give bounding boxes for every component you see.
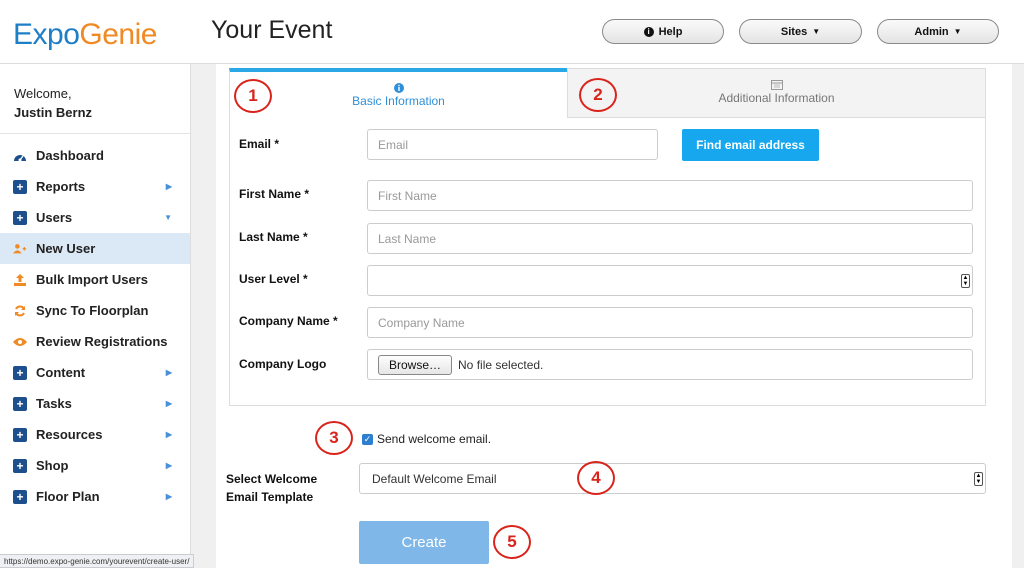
sidebar: Welcome, Justin Bernz Dashboard + Report… (0, 64, 191, 568)
sidebar-item-resources[interactable]: + Resources ▶ (0, 419, 190, 450)
dashboard-icon (13, 149, 27, 163)
user-plus-icon (13, 242, 27, 256)
sidebar-item-review-registrations[interactable]: Review Registrations (0, 326, 190, 357)
send-welcome-label: Send welcome email. (377, 432, 492, 446)
welcome-block: Welcome, Justin Bernz (0, 64, 190, 134)
select-arrow-icon: ▲ ▼ (961, 274, 970, 288)
template-value: Default Welcome Email (372, 471, 497, 486)
sidebar-item-label: Tasks (36, 396, 72, 411)
caret-down-icon: ▼ (953, 27, 962, 36)
sidebar-item-label: Review Registrations (36, 334, 168, 349)
last-name-input[interactable]: Last Name (367, 223, 973, 254)
annotation-marker-4: 4 (577, 461, 615, 495)
plus-square-icon: + (13, 396, 27, 411)
chevron-right-icon: ▶ (165, 182, 172, 191)
sites-button[interactable]: Sites ▼ (739, 19, 862, 44)
info-icon (393, 82, 404, 93)
admin-button[interactable]: Admin ▼ (877, 19, 999, 44)
tab-label: Basic Information (352, 94, 445, 108)
user-level-select[interactable]: ▲ ▼ (367, 265, 973, 296)
tab-basic-information[interactable]: Basic Information (229, 68, 567, 118)
sidebar-item-users[interactable]: + Users ▼ (0, 202, 190, 233)
sidebar-item-content[interactable]: + Content ▶ (0, 357, 190, 388)
sidebar-item-tasks[interactable]: + Tasks ▶ (0, 388, 190, 419)
logo-expo: Expo (13, 18, 80, 51)
sidebar-item-label: New User (36, 241, 96, 256)
template-label: Select Welcome Email Template (226, 472, 318, 504)
chevron-down-icon: ▼ (164, 213, 172, 222)
sidebar-item-sync-to-floorplan[interactable]: Sync To Floorplan (0, 295, 190, 326)
sites-label: Sites (780, 25, 808, 38)
annotation-marker-3: 3 (315, 421, 353, 455)
company-logo-file: Browse… No file selected. (367, 349, 973, 380)
plus-square-icon: + (13, 427, 27, 442)
tab-additional-information[interactable]: Additional Information (567, 68, 986, 118)
sidebar-item-floor-plan[interactable]: + Floor Plan ▶ (0, 481, 190, 512)
page-title: Your Event (211, 16, 333, 44)
annotation-marker-1: 1 (234, 79, 272, 113)
annotation-marker-5: 5 (493, 525, 531, 559)
user-name: Justin Bernz (14, 105, 93, 120)
sidebar-item-label: Shop (36, 458, 69, 473)
create-button[interactable]: Create (359, 521, 489, 564)
welcome-text: Welcome, (14, 86, 72, 101)
chevron-right-icon: ▶ (165, 430, 172, 439)
sidebar-item-label: Sync To Floorplan (36, 303, 149, 318)
app-header: ExpoGenie Your Event i Help Sites ▼ Admi… (0, 0, 1024, 64)
sidebar-item-bulk-import-users[interactable]: Bulk Import Users (0, 264, 190, 295)
help-label: Help (658, 25, 683, 38)
info-icon: i (643, 26, 654, 37)
last-name-label: Last Name * (239, 230, 308, 244)
tab-label: Additional Information (718, 91, 835, 105)
plus-square-icon: + (13, 489, 27, 504)
welcome-template-select[interactable]: Default Welcome Email ▲ ▼ (359, 463, 986, 494)
find-email-button[interactable]: Find email address (682, 129, 819, 161)
chevron-right-icon: ▶ (165, 461, 172, 470)
sidebar-nav: Dashboard + Reports ▶ + Users ▼ New User… (0, 134, 190, 512)
upload-icon (13, 273, 27, 287)
admin-label: Admin (914, 25, 949, 38)
chevron-right-icon: ▶ (165, 492, 172, 501)
sidebar-item-label: Users (36, 210, 73, 225)
company-name-label: Company Name * (239, 314, 338, 328)
sync-icon (13, 304, 27, 318)
company-logo-label: Company Logo (239, 357, 327, 371)
caret-down-icon: ▼ (812, 27, 821, 36)
sidebar-item-label: Dashboard (36, 148, 104, 163)
plus-square-icon: + (13, 458, 27, 473)
plus-square-icon: + (13, 365, 27, 380)
sidebar-item-label: Floor Plan (36, 489, 100, 504)
company-name-input[interactable]: Company Name (367, 307, 973, 338)
plus-square-icon: + (13, 179, 27, 194)
sidebar-item-shop[interactable]: + Shop ▶ (0, 450, 190, 481)
chevron-right-icon: ▶ (165, 399, 172, 408)
sidebar-item-label: Reports (36, 179, 86, 194)
annotation-marker-2: 2 (579, 78, 617, 112)
sidebar-item-label: Resources (36, 427, 103, 442)
user-level-label: User Level * (239, 272, 308, 286)
logo-genie: Genie (79, 18, 157, 51)
sidebar-item-reports[interactable]: + Reports ▶ (0, 171, 190, 202)
sidebar-item-new-user[interactable]: New User (0, 233, 190, 264)
sidebar-item-label: Content (36, 365, 86, 380)
calendar-icon (770, 79, 783, 90)
browse-button[interactable]: Browse… (378, 354, 453, 375)
expogenie-logo[interactable]: ExpoGenie (13, 18, 157, 52)
sidebar-item-dashboard[interactable]: Dashboard (0, 140, 190, 171)
no-file-text: No file selected. (458, 357, 544, 372)
sidebar-item-label: Bulk Import Users (36, 272, 148, 287)
plus-square-icon: + (13, 210, 27, 225)
email-label: Email * (239, 137, 280, 151)
first-name-label: First Name * (239, 187, 310, 201)
send-welcome-row: ✓ Send welcome email. (362, 432, 491, 446)
send-welcome-checkbox[interactable]: ✓ (362, 433, 373, 445)
chevron-right-icon: ▶ (165, 368, 172, 377)
email-input[interactable]: Email (367, 129, 658, 160)
eye-icon (13, 335, 27, 349)
first-name-input[interactable]: First Name (367, 180, 973, 211)
status-bar-url: https://demo.expo-genie.com/yourevent/cr… (0, 554, 195, 568)
select-arrow-icon: ▲ ▼ (974, 472, 983, 486)
help-button[interactable]: i Help (602, 19, 724, 44)
